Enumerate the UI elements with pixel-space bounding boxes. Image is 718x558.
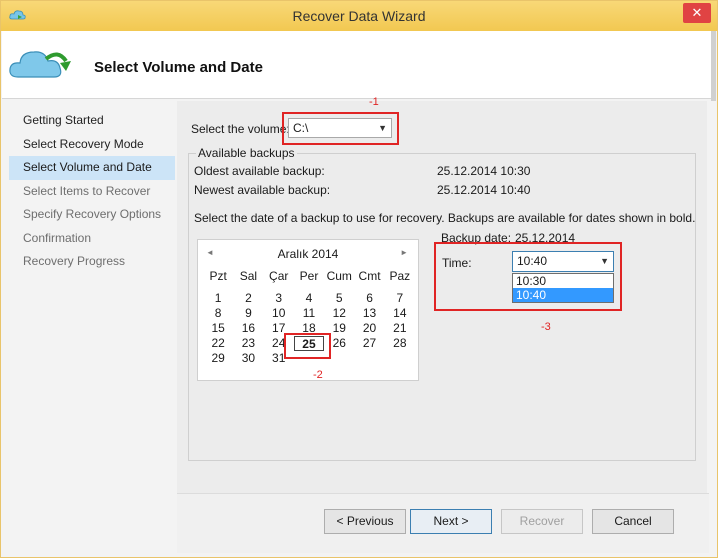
volume-label: Select the volume: (191, 122, 290, 136)
newest-backup-label: Newest available backup: (194, 183, 331, 197)
calendar-day[interactable]: 16 (233, 321, 263, 336)
calendar-month: Aralık 2014 (277, 247, 339, 261)
annotation-1: -1 (369, 96, 379, 108)
wizard-window: Recover Data Wizard ✕ Select Volume and … (0, 0, 718, 558)
nav-item-select-recovery-mode[interactable]: Select Recovery Mode (9, 133, 175, 157)
weekday-label: Sal (239, 269, 258, 283)
calendar-day[interactable]: 10 (264, 306, 294, 321)
oldest-backup-value: 25.12.2014 10:30 (437, 164, 531, 178)
cloud-recover-icon (9, 51, 71, 78)
nav-item-select-items-to-recover: Select Items to Recover (23, 183, 151, 198)
weekday-label: Cum (326, 269, 352, 283)
recover-button: Recover (501, 509, 583, 534)
calendar-day[interactable]: 8 (203, 306, 233, 321)
newest-backup-value: 25.12.2014 10:40 (437, 183, 531, 197)
wizard-steps-nav: Getting Started Select Recovery Mode Sel… (9, 109, 175, 274)
calendar-day[interactable]: 21 (385, 321, 415, 336)
highlight-box-2 (284, 333, 331, 359)
calendar-day[interactable]: 6 (354, 291, 384, 306)
calendar-week: 1 2 3 4 5 6 7 (203, 291, 415, 306)
date-calendar[interactable]: ◄ Aralık 2014 ► Pzt Sal Çar Per Cum Cmt … (197, 239, 419, 381)
scrollbar[interactable] (711, 31, 716, 101)
calendar-day[interactable]: 29 (203, 351, 233, 366)
nav-item-getting-started[interactable]: Getting Started (9, 109, 175, 133)
calendar-day[interactable]: 9 (233, 306, 263, 321)
highlight-box-1 (282, 112, 399, 145)
weekday-label: Pzt (209, 269, 227, 283)
wizard-header: Select Volume and Date (2, 31, 716, 99)
next-month-icon[interactable]: ► (400, 248, 408, 257)
calendar-day[interactable]: 28 (385, 336, 415, 351)
calendar-day[interactable]: 2 (233, 291, 263, 306)
calendar-day[interactable]: 11 (294, 306, 324, 321)
calendar-day[interactable]: 15 (203, 321, 233, 336)
window-title: Recover Data Wizard (292, 8, 426, 24)
page-title: Select Volume and Date (94, 59, 263, 76)
calendar-day[interactable]: 27 (354, 336, 384, 351)
calendar-day[interactable]: 30 (233, 351, 263, 366)
title-bar: Recover Data Wizard ✕ (1, 1, 717, 31)
calendar-day[interactable]: 4 (294, 291, 324, 306)
nav-item-confirmation: Confirmation (23, 230, 92, 245)
calendar-day[interactable]: 20 (354, 321, 384, 336)
calendar-weekday-row: Pzt Sal Çar Per Cum Cmt Paz (203, 269, 415, 291)
calendar-day[interactable]: 23 (233, 336, 263, 351)
annotation-2: -2 (313, 369, 323, 381)
backups-group-title: Available backups (196, 146, 297, 160)
calendar-day[interactable]: 22 (203, 336, 233, 351)
instruction-text: Select the date of a backup to use for r… (194, 211, 696, 225)
weekday-label: Cmt (358, 269, 381, 283)
calendar-day[interactable]: 7 (385, 291, 415, 306)
calendar-day[interactable]: 13 (354, 306, 384, 321)
close-button[interactable]: ✕ (683, 3, 711, 23)
cancel-button[interactable]: Cancel (592, 509, 674, 534)
oldest-backup-label: Oldest available backup: (194, 164, 325, 178)
next-button[interactable]: Next > (410, 509, 492, 534)
calendar-day[interactable]: 12 (324, 306, 354, 321)
previous-button[interactable]: < Previous (324, 509, 406, 534)
weekday-label: Per (299, 269, 319, 283)
nav-item-recovery-progress: Recovery Progress (23, 254, 126, 268)
weekday-label: Çar (269, 269, 289, 283)
calendar-week: 8 9 10 11 12 13 14 (203, 306, 415, 321)
calendar-day[interactable]: 1 (203, 291, 233, 306)
nav-item-specify-recovery-options: Specify Recovery Options (23, 207, 162, 221)
highlight-box-3 (434, 242, 622, 311)
annotation-3: -3 (541, 321, 551, 333)
calendar-day[interactable]: 5 (324, 291, 354, 306)
calendar-day[interactable]: 14 (385, 306, 415, 321)
nav-item-select-volume-and-date[interactable]: Select Volume and Date (9, 156, 175, 180)
calendar-day (385, 351, 415, 366)
calendar-day[interactable]: 3 (264, 291, 294, 306)
calendar-day (354, 351, 384, 366)
weekday-label: Paz (389, 269, 411, 283)
